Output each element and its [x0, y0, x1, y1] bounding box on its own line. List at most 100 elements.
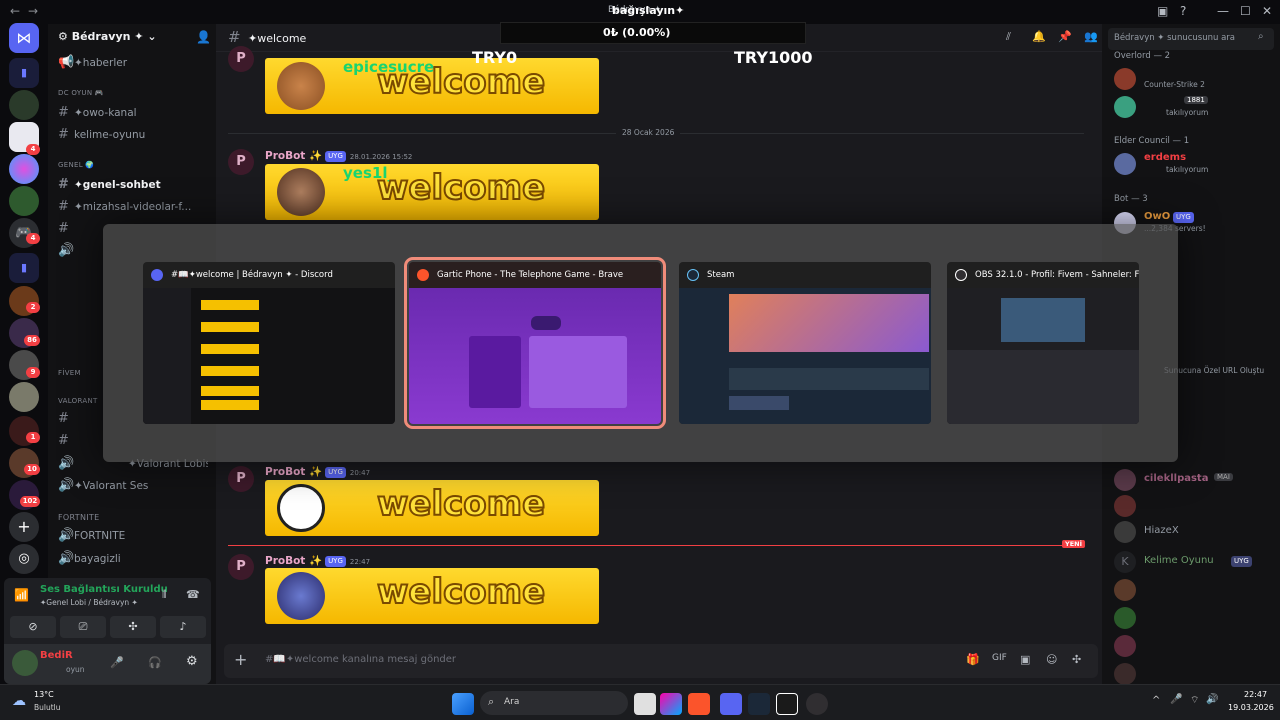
microphone-icon[interactable]: 🎤 — [1170, 694, 1182, 705]
channel-item[interactable]: # kelime-oyunu — [58, 126, 208, 144]
noise-icon[interactable]: ⫴ — [162, 588, 167, 602]
thumb-banner — [201, 366, 259, 376]
weather-temp[interactable]: 13°C — [34, 690, 54, 699]
epic-games-icon[interactable] — [776, 693, 798, 715]
settings-gear-icon[interactable]: ⚙ — [186, 654, 198, 669]
server-name[interactable]: ⚙ Bédravyn ✦ ⌄ — [58, 30, 157, 43]
search-box[interactable]: Bédravyn ✦ sunucusunu ara ⌕ — [1108, 28, 1274, 50]
screen-share-button[interactable]: ⎚ — [60, 616, 106, 638]
category-header[interactable]: FORTNITE — [58, 513, 99, 522]
obs-icon[interactable] — [806, 693, 828, 715]
member-row[interactable]: HiazeX — [1114, 519, 1274, 545]
message-input[interactable]: #📖✦welcome kanalına mesaj gönder — [265, 654, 456, 665]
camera-button[interactable]: ⊘ — [10, 616, 56, 638]
author-avatar[interactable]: P — [228, 466, 254, 492]
server-icon[interactable] — [9, 90, 39, 120]
volume-icon[interactable]: 🔊 — [1206, 694, 1218, 705]
gift-icon[interactable]: 🎁 — [966, 653, 980, 666]
server-icon[interactable] — [9, 186, 39, 216]
member-row[interactable] — [1114, 633, 1274, 659]
home-button[interactable]: ⋈ — [9, 23, 39, 53]
window-title: Bédravyn ✦ — [608, 5, 662, 15]
chevron-up-icon[interactable]: ^ — [1152, 695, 1160, 706]
window-card-discord[interactable]: #📖✦welcome | Bédravyn ✦ - Discord — [143, 262, 395, 424]
folder-icon[interactable]: ▮ — [9, 253, 39, 283]
add-user-icon[interactable]: 👤 — [196, 30, 211, 44]
clock-time[interactable]: 22:47 — [1244, 690, 1267, 699]
soundboard-button[interactable]: ♪ — [160, 616, 206, 638]
author-name[interactable]: ProBot ✨ — [265, 555, 322, 567]
channel-item[interactable]: 📢✦haberler — [58, 54, 208, 72]
voice-channel[interactable]: ✦Genel Lobi / Bédravyn ✦ — [40, 598, 138, 607]
brave-icon — [417, 269, 429, 281]
member-row[interactable]: 1881 takılıyorum — [1114, 94, 1274, 120]
author-name[interactable]: ProBot ✨ — [265, 150, 322, 162]
member-row[interactable] — [1114, 577, 1274, 603]
server-icon[interactable] — [9, 382, 39, 412]
task-view-icon[interactable] — [634, 693, 656, 715]
help-icon[interactable]: ? — [1180, 4, 1186, 18]
author-avatar[interactable]: P — [228, 46, 254, 72]
back-arrow-icon[interactable]: ← — [10, 4, 20, 18]
obs-icon — [955, 269, 967, 281]
emoji-icon[interactable]: ☺ — [1046, 653, 1057, 666]
member-row[interactable]: erdems takılıyorum — [1114, 151, 1274, 177]
member-row[interactable]: Counter-Strike 2 — [1114, 66, 1274, 92]
channel-item[interactable]: # ✦mizahsal-videolar-f... — [58, 198, 208, 216]
add-server-icon[interactable]: + — [9, 512, 39, 542]
window-card-brave[interactable]: Gartic Phone - The Telephone Game - Brav… — [404, 257, 666, 429]
activities-button[interactable]: ✣ — [110, 616, 156, 638]
member-list-icon[interactable]: 👥 — [1084, 30, 1098, 43]
window-card-obs[interactable]: OBS 32.1.0 - Profil: Fivem - Sahneler: F… — [947, 262, 1139, 424]
windows-start-icon[interactable] — [452, 693, 474, 715]
message-composer[interactable]: + #📖✦welcome kanalına mesaj gönder 🎁 GIF… — [224, 644, 1098, 678]
threads-icon[interactable]: ⫽ — [1006, 30, 1011, 44]
clock-date[interactable]: 19.03.2026 — [1228, 703, 1274, 712]
thumb-shelf — [729, 368, 929, 390]
channel-item[interactable]: # ✦genel-sohbet — [58, 176, 208, 194]
channel-item[interactable]: 🔊FORTNITE — [58, 527, 208, 545]
member-row[interactable] — [1114, 605, 1274, 631]
pin-icon[interactable]: 📌 — [1058, 30, 1072, 43]
close-icon[interactable]: ✕ — [1262, 4, 1272, 18]
category-header[interactable]: VALORANT — [58, 397, 98, 405]
brave-icon[interactable] — [688, 693, 710, 715]
sticker-icon[interactable]: ▣ — [1020, 653, 1030, 666]
member-name: HiazeX — [1144, 525, 1179, 536]
gif-icon[interactable]: GIF — [992, 653, 1007, 663]
add-attachment-icon[interactable]: + — [234, 650, 247, 669]
avatar[interactable] — [12, 650, 38, 676]
explore-icon[interactable]: ◎ — [9, 544, 39, 574]
category-header[interactable]: GENEL 🌍 — [58, 161, 94, 169]
author-name[interactable]: ProBot ✨ — [265, 466, 322, 478]
member-row[interactable]: cilekllpasta MAI — [1114, 467, 1274, 493]
microphone-icon[interactable]: 🎤 — [110, 656, 124, 669]
bell-icon[interactable]: 🔔 — [1032, 30, 1046, 43]
steam-icon[interactable] — [748, 693, 770, 715]
author-avatar[interactable]: P — [228, 554, 254, 580]
wifi-icon[interactable]: ⌔ — [1190, 694, 1199, 707]
window-card-steam[interactable]: Steam — [679, 262, 931, 424]
category-header[interactable]: DC OYUN 🎮 — [58, 89, 104, 97]
channel-item[interactable]: 🔊✦Valorant Ses — [58, 477, 208, 495]
category-header[interactable]: FİVEM — [58, 369, 81, 377]
copilot-icon[interactable] — [660, 693, 682, 715]
channel-item[interactable]: # ✦owo-kanal — [58, 104, 208, 122]
member-row[interactable] — [1114, 493, 1274, 519]
headphones-icon[interactable]: 🎧 — [148, 656, 162, 669]
minimize-icon[interactable]: — — [1217, 4, 1229, 18]
username[interactable]: BediR — [40, 650, 73, 661]
disconnect-icon[interactable]: ☎ — [186, 588, 200, 601]
channel-item[interactable]: 🔊bayagizli — [58, 550, 208, 568]
forward-arrow-icon[interactable]: → — [28, 4, 38, 18]
discord-icon[interactable] — [720, 693, 742, 715]
maximize-icon[interactable]: ☐ — [1240, 4, 1251, 18]
member-row[interactable]: K Kelime Oyunu UYG — [1114, 549, 1274, 575]
folder-icon[interactable]: ▮ — [9, 58, 39, 88]
server-icon[interactable] — [9, 154, 39, 184]
inbox-icon[interactable]: ▣ — [1157, 4, 1168, 18]
author-avatar[interactable]: P — [228, 149, 254, 175]
taskbar-search[interactable]: ⌕ Ara — [480, 691, 628, 715]
search-input[interactable]: Bédravyn ✦ sunucusunu ara — [1114, 33, 1235, 43]
apps-icon[interactable]: ✣ — [1072, 653, 1081, 666]
